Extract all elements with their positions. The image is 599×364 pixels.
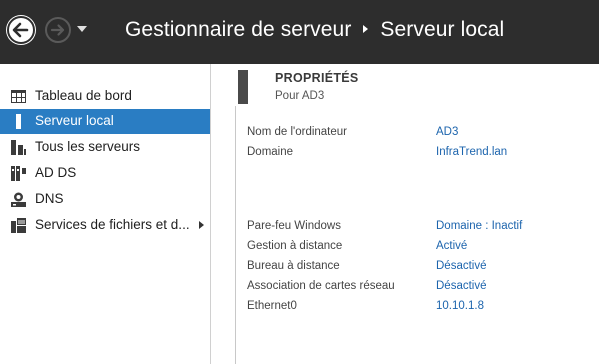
forward-button[interactable] [45,17,71,43]
sidebar: Tableau de bord Serveur local Tous les s… [0,64,211,364]
breadcrumb: Gestionnaire de serveur Serveur local [125,18,504,42]
sidebar-item-label: Tous les serveurs [35,139,141,154]
property-row-nic-teaming: Association de cartes réseau Désactivé [247,280,597,296]
property-key: Ethernet0 [247,300,297,312]
all-servers-icon [11,140,26,155]
property-value-link[interactable]: Domaine : Inactif [436,220,522,232]
property-key: Pare-feu Windows [247,220,341,232]
breadcrumb-separator-icon [363,24,369,33]
property-value-link[interactable]: Activé [436,240,467,252]
property-row-ethernet0: Ethernet0 10.10.1.8 [247,300,597,316]
properties-accent-bar [238,70,248,104]
property-value-link[interactable]: Désactivé [436,280,487,292]
sidebar-item-all-servers[interactable]: Tous les serveurs [0,135,210,160]
sidebar-item-label: Serveur local [35,113,114,128]
local-server-icon [16,114,21,129]
property-key: Gestion à distance [247,240,343,252]
property-value-link[interactable]: 10.10.1.8 [436,300,484,312]
sidebar-item-label: Services de fichiers et d... [35,217,190,232]
breadcrumb-page-name: Serveur local [380,18,505,41]
property-row-firewall: Pare-feu Windows Domaine : Inactif [247,220,597,236]
sidebar-item-dns[interactable]: DNS [0,187,210,212]
properties-subtitle: Pour AD3 [275,90,325,102]
history-dropdown-icon[interactable] [77,26,87,32]
property-value-link[interactable]: Désactivé [436,260,487,272]
sidebar-item-label: Tableau de bord [35,88,132,103]
breadcrumb-app-name[interactable]: Gestionnaire de serveur [125,18,351,41]
property-row-domain: Domaine InfraTrend.lan [247,146,597,162]
property-row-remote-management: Gestion à distance Activé [247,240,597,256]
property-value-link[interactable]: AD3 [436,126,458,138]
back-arrow-icon [7,16,35,44]
sidebar-item-label: AD DS [35,165,77,180]
property-value-link[interactable]: InfraTrend.lan [436,146,507,158]
submenu-arrow-icon[interactable] [199,221,204,229]
sidebar-item-file-services[interactable]: Services de fichiers et d... [0,213,210,238]
property-key: Bureau à distance [247,260,340,272]
sidebar-item-label: DNS [35,191,64,206]
properties-title: PROPRIÉTÉS [275,71,359,85]
property-key: Domaine [247,146,294,158]
dns-icon [11,192,26,207]
property-key: Nom de l'ordinateur [247,126,347,138]
back-button[interactable] [6,15,36,45]
pane-divider [235,106,236,364]
ad-ds-icon [11,166,26,181]
property-row-remote-desktop: Bureau à distance Désactivé [247,260,597,276]
sidebar-item-dashboard[interactable]: Tableau de bord [0,84,210,109]
title-bar: Gestionnaire de serveur Serveur local [0,0,599,64]
dashboard-grid-icon [11,90,26,103]
sidebar-item-ad-ds[interactable]: AD DS [0,161,210,186]
property-row-computer-name: Nom de l'ordinateur AD3 [247,126,597,142]
file-services-icon [11,218,26,233]
sidebar-item-local-server[interactable]: Serveur local [0,109,210,134]
property-key: Association de cartes réseau [247,280,395,292]
forward-arrow-icon [50,24,65,36]
